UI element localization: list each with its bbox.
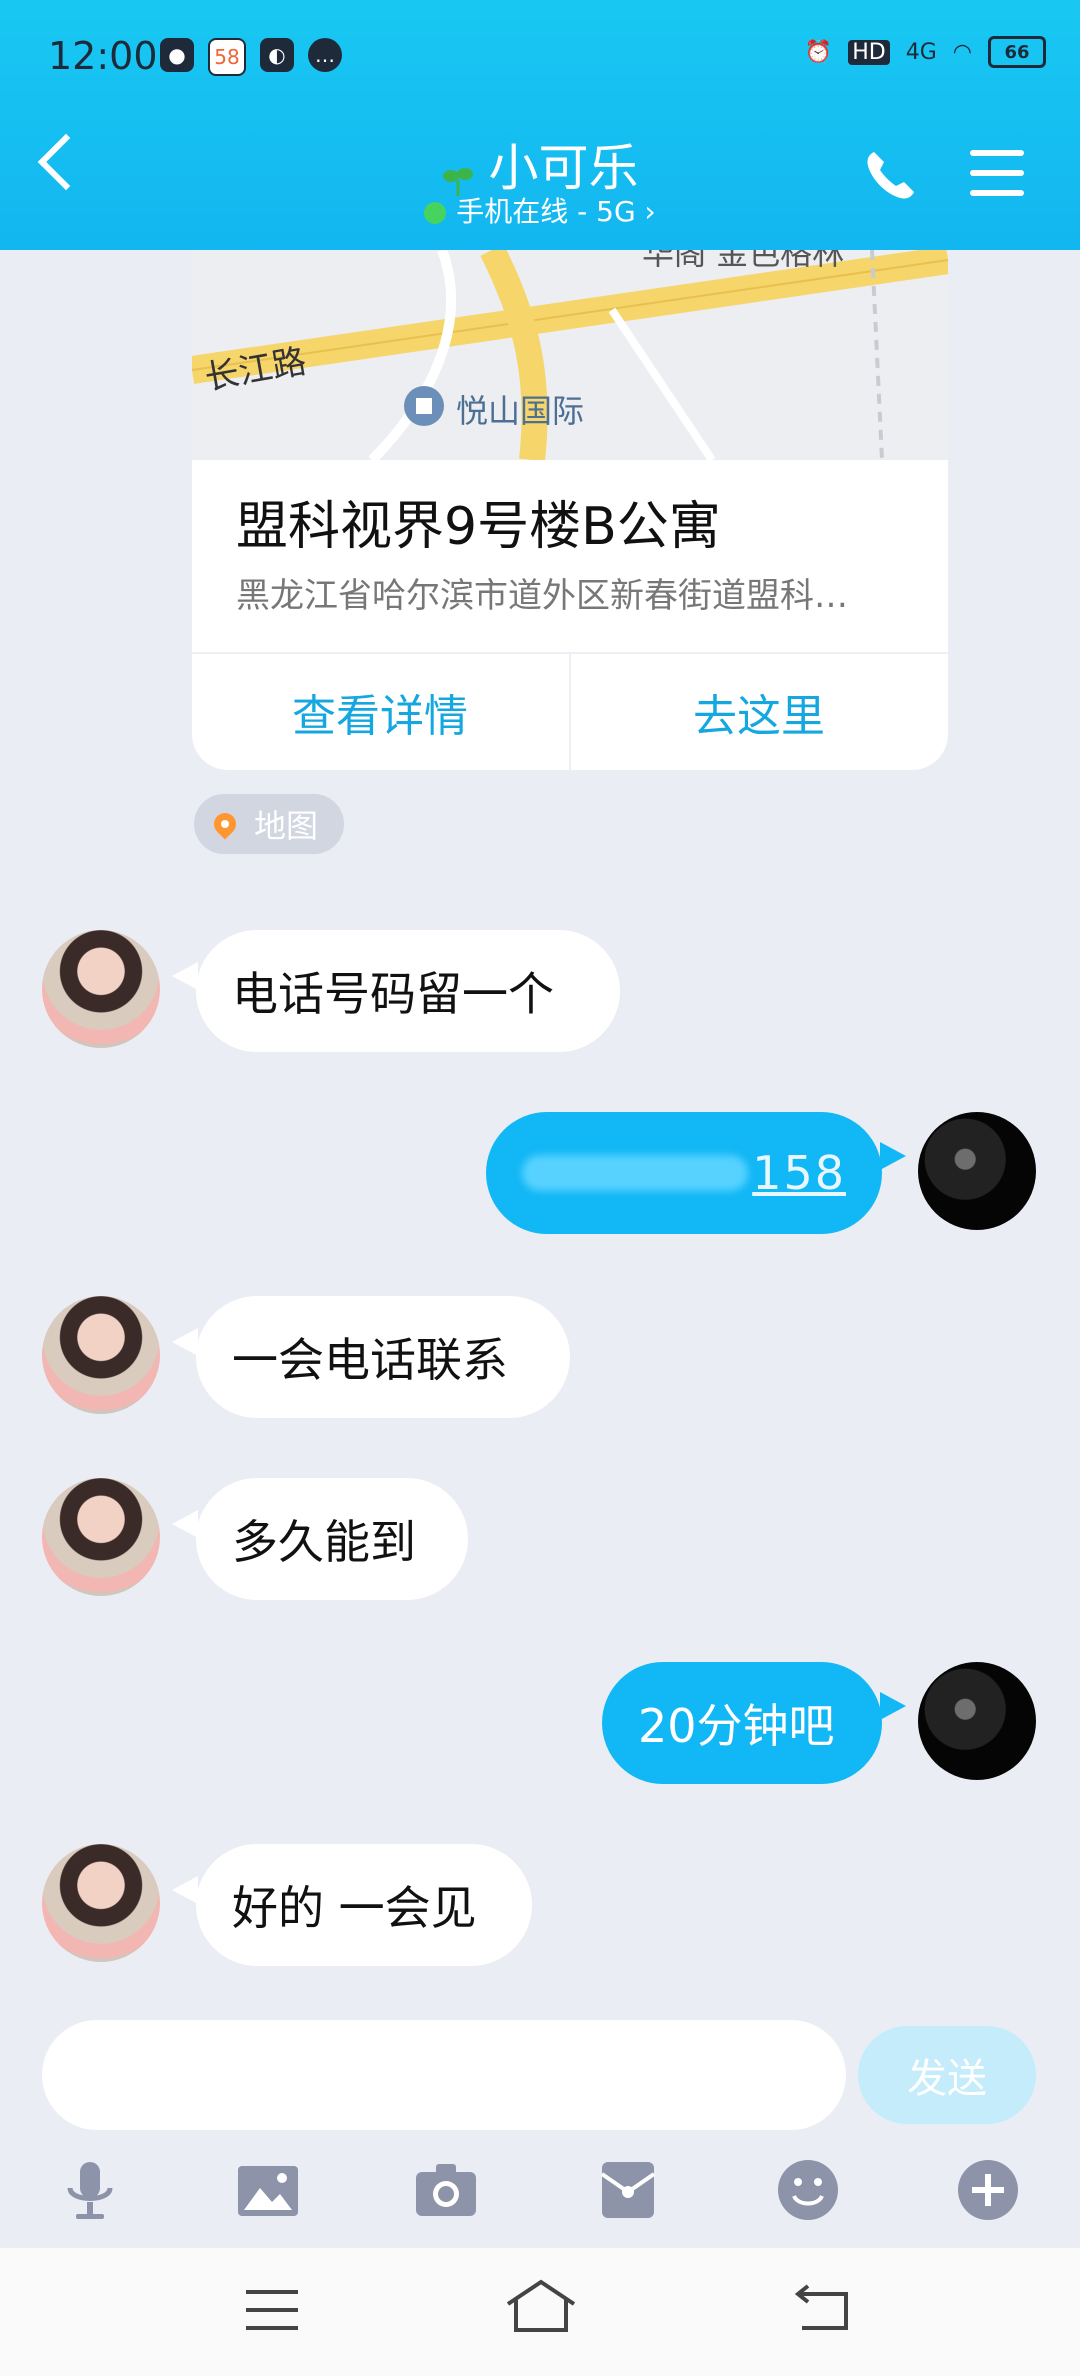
message-bubble-outgoing[interactable]: 158 [486,1112,882,1234]
online-status-text: 手机在线 - 5G › [456,195,656,228]
recent-apps-icon[interactable] [246,2286,298,2334]
image-icon[interactable] [236,2158,300,2222]
back-nav-icon[interactable] [794,2282,850,2332]
my-avatar[interactable] [918,1112,1036,1230]
bubble-tail [880,1692,906,1720]
contact-name: 小可乐 [488,139,639,197]
location-address: 黑龙江省哈尔滨市道外区新春街道盟科… [236,576,848,616]
location-pin-icon [209,808,241,840]
bubble-tail [172,1328,198,1356]
chat-header: 12:00 ● 58 ◐ … ⏰ HD 4G ◠ 66 小可乐 手机在线 - 5… [0,0,1080,250]
alarm-icon: ⏰ [804,39,833,65]
hd-icon: HD [848,39,890,65]
contact-avatar[interactable] [42,930,160,1048]
home-icon[interactable] [504,2278,578,2334]
redacted-phone-number [522,1155,749,1191]
map-source-tag[interactable]: 地图 [194,794,345,854]
plus-icon[interactable] [956,2158,1020,2222]
voice-icon[interactable] [58,2158,122,2222]
message-icon: … [308,38,342,72]
camera-icon[interactable] [414,2158,478,2222]
app-58-icon: 58 [208,38,246,76]
location-card[interactable]: 长江路 悦山国际 华阁 金色格林 盟科视界9号楼B公寓 黑龙江省哈尔滨市道外区新… [192,250,948,770]
map-top-label: 华阁 金色格林 [642,250,845,272]
wifi-icon: ◠ [952,39,972,65]
phone-call-icon[interactable] [860,146,920,206]
message-bubble-incoming[interactable]: 一会电话联系 [196,1296,570,1418]
go-here-button[interactable]: 去这里 [571,654,947,770]
message-bubble-incoming[interactable]: 好的 一会见 [196,1844,532,1966]
map-source-label: 地图 [254,807,319,845]
online-dot-icon [424,202,447,224]
map-poi-label: 悦山国际 [456,392,585,430]
battery-icon: 66 [988,36,1046,68]
bubble-tail [172,1510,198,1538]
qq-browser-icon: ◐ [260,38,294,72]
bubble-tail [172,962,198,990]
signal-icon: 4G [905,39,937,65]
status-time: 12:00 [48,34,158,78]
system-nav-bar [0,2248,1080,2376]
send-button[interactable]: 发送 [858,2026,1036,2124]
emoji-icon[interactable] [776,2158,840,2222]
contact-avatar[interactable] [42,1296,160,1414]
map-preview[interactable]: 长江路 悦山国际 华阁 金色格林 [192,250,948,460]
system-status-icons: ⏰ HD 4G ◠ 66 [805,36,1046,68]
notification-icons: ● 58 ◐ … [160,38,342,76]
bubble-tail [172,1876,198,1904]
red-packet-icon[interactable] [596,2158,660,2222]
phone-number-link[interactable]: 158 [752,1146,846,1200]
contact-avatar[interactable] [42,1844,160,1962]
message-bubble-incoming[interactable]: 多久能到 [196,1478,468,1600]
menu-icon[interactable] [970,150,1024,210]
location-title: 盟科视界9号楼B公寓 [236,497,721,557]
message-input[interactable] [42,2020,846,2130]
message-bubble-incoming[interactable]: 电话号码留一个 [196,930,620,1052]
my-avatar[interactable] [918,1662,1036,1780]
contact-avatar[interactable] [42,1478,160,1596]
view-details-button[interactable]: 查看详情 [192,654,568,770]
message-bubble-outgoing[interactable]: 20分钟吧 [602,1662,882,1784]
wechat-icon: ● [160,38,194,72]
bubble-tail [880,1142,906,1170]
